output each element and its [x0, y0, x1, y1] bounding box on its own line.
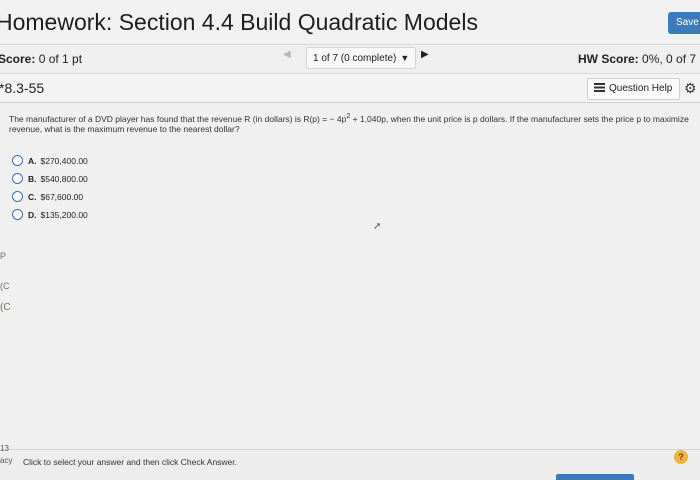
- question-nav-label: 1 of 7 (0 complete): [313, 53, 397, 64]
- radio-a[interactable]: [12, 155, 23, 166]
- left-edge-fragment: P: [0, 251, 7, 261]
- question-id: *8.3-55: [0, 80, 45, 96]
- left-edge-fragment: (C: [0, 302, 11, 313]
- question-navigator[interactable]: 1 of 7 (0 complete) ▼: [306, 47, 417, 69]
- question-help-button[interactable]: Question Help: [587, 78, 680, 100]
- score-value: 0 of 1 pt: [38, 52, 83, 66]
- page-title: Homework: Section 4.4 Build Quadratic Mo…: [0, 9, 478, 35]
- left-edge-fragment: acy: [0, 456, 13, 465]
- choice-letter: B.: [28, 174, 37, 184]
- help-icon[interactable]: ?: [674, 450, 688, 464]
- caret-down-icon: ▼: [400, 53, 410, 63]
- choice-value: $270,400.00: [40, 156, 88, 166]
- question-content: The manufacturer of a DVD player has fou…: [0, 103, 700, 449]
- score-label: Score:: [0, 52, 36, 66]
- choice-d[interactable]: D. $135,200.00: [12, 209, 88, 227]
- score-display: Score: 0 of 1 pt: [0, 52, 82, 66]
- choice-letter: C.: [28, 192, 37, 202]
- choice-letter: A.: [28, 156, 37, 166]
- choice-value: $67,600.00: [40, 192, 84, 202]
- header-bar: Homework: Section 4.4 Build Quadratic Mo…: [0, 0, 700, 45]
- chevron-left-icon[interactable]: ◀: [283, 49, 291, 60]
- choice-value: $135,200.00: [40, 210, 88, 220]
- question-text-part1: The manufacturer of a DVD player has fou…: [9, 113, 347, 124]
- hw-score-display: HW Score: 0%, 0 of 7 pt: [578, 52, 700, 66]
- choice-c[interactable]: C. $67,600.00: [12, 191, 88, 209]
- check-answer-button[interactable]: [556, 474, 634, 480]
- left-edge-fragment: 13: [0, 444, 9, 453]
- chevron-right-icon[interactable]: ▶: [421, 49, 429, 60]
- footer-bar: 13 acy Click to select your answer and t…: [0, 444, 700, 480]
- question-bar: *8.3-55 Question Help ⚙: [0, 74, 700, 103]
- list-icon: [594, 83, 605, 92]
- mouse-cursor-icon: ➚: [373, 221, 382, 232]
- question-help-label: Question Help: [609, 83, 673, 94]
- radio-d[interactable]: [12, 209, 23, 220]
- save-button[interactable]: Save: [668, 12, 700, 34]
- answer-choices: A. $270,400.00 B. $540,800.00 C. $67,600.00…: [12, 155, 88, 227]
- left-edge-fragment: (C: [0, 281, 10, 291]
- choice-a[interactable]: A. $270,400.00: [12, 155, 88, 173]
- radio-c[interactable]: [12, 191, 23, 202]
- gear-icon[interactable]: ⚙: [684, 80, 697, 97]
- score-bar: Score: 0 of 1 pt ◀ 1 of 7 (0 complete) ▼ …: [0, 45, 700, 74]
- choice-b[interactable]: B. $540,800.00: [12, 173, 88, 191]
- choice-value: $540,800.00: [40, 174, 88, 184]
- hw-score-label: HW Score:: [578, 52, 639, 66]
- radio-b[interactable]: [12, 173, 23, 184]
- question-text: The manufacturer of a DVD player has fou…: [9, 111, 699, 134]
- choice-letter: D.: [28, 210, 37, 220]
- hw-score-value: 0%, 0 of 7 pt: [642, 52, 700, 66]
- instruction-text: Click to select your answer and then cli…: [23, 457, 238, 467]
